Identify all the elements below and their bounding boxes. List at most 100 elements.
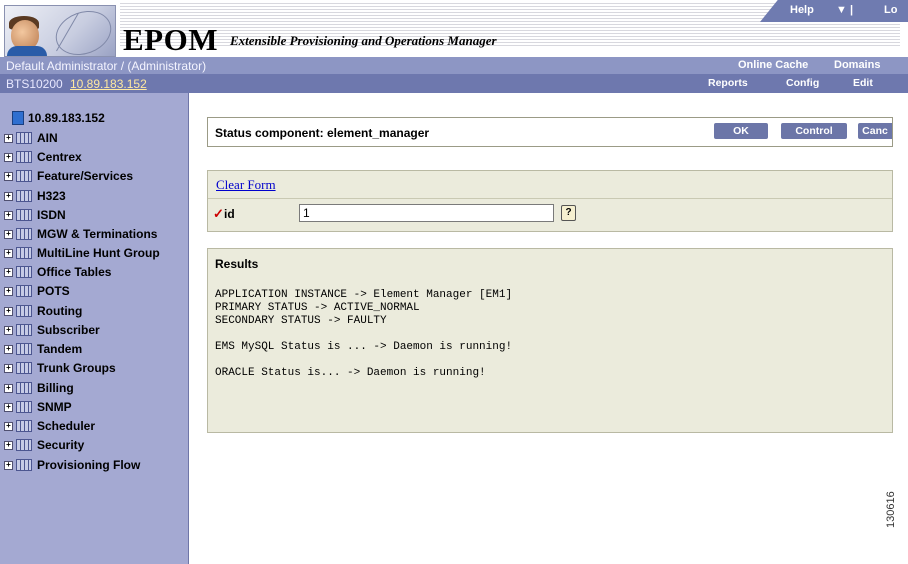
- expand-icon[interactable]: +: [4, 152, 13, 162]
- top-nav: Help ▼ | Lo: [760, 0, 908, 22]
- tree-item[interactable]: + Centrex: [4, 148, 82, 166]
- domains-link[interactable]: Domains: [834, 59, 880, 71]
- results-output: APPLICATION INSTANCE -> Element Manager …: [215, 289, 512, 380]
- table-folder-icon: [16, 132, 32, 144]
- tree-item[interactable]: + Trunk Groups: [4, 359, 116, 377]
- result-line: PRIMARY STATUS -> ACTIVE_NORMAL: [215, 302, 420, 314]
- id-label: id: [224, 207, 235, 221]
- control-button[interactable]: Control: [781, 123, 847, 139]
- logout-link[interactable]: Lo: [884, 4, 897, 16]
- ok-button[interactable]: OK: [714, 123, 768, 139]
- expand-icon[interactable]: +: [4, 210, 13, 220]
- table-folder-icon: [16, 247, 32, 259]
- tree-item[interactable]: + Provisioning Flow: [4, 456, 140, 474]
- tree-item[interactable]: + POTS: [4, 282, 70, 300]
- tree-item[interactable]: + MultiLine Hunt Group: [4, 244, 160, 262]
- reports-menu[interactable]: Reports: [708, 77, 748, 89]
- tree-item-label: H323: [37, 189, 66, 203]
- tree-item[interactable]: + Routing: [4, 302, 82, 320]
- system-ip-link[interactable]: 10.89.183.152: [70, 77, 147, 91]
- table-folder-icon: [16, 209, 32, 221]
- expand-icon[interactable]: +: [4, 440, 13, 450]
- expand-icon[interactable]: +: [4, 229, 13, 239]
- user-bar: Default Administrator / (Administrator) …: [0, 57, 908, 74]
- tree-item-label: Billing: [37, 381, 74, 395]
- tree-item[interactable]: + Billing: [4, 379, 74, 397]
- tree-item[interactable]: + Office Tables: [4, 263, 111, 281]
- table-folder-icon: [16, 305, 32, 317]
- expand-icon[interactable]: +: [4, 344, 13, 354]
- help-menu-arrow[interactable]: ▼ |: [836, 4, 853, 16]
- expand-icon[interactable]: +: [4, 306, 13, 316]
- tree-item-label: Centrex: [37, 150, 82, 164]
- tree-item[interactable]: + Feature/Services: [4, 167, 133, 185]
- expand-icon[interactable]: +: [4, 421, 13, 431]
- table-folder-icon: [16, 343, 32, 355]
- expand-icon[interactable]: +: [4, 286, 13, 296]
- expand-icon[interactable]: +: [4, 383, 13, 393]
- results-title: Results: [215, 257, 259, 271]
- tree-item[interactable]: + Scheduler: [4, 417, 95, 435]
- figure-number: 130616: [885, 491, 897, 528]
- cancel-button[interactable]: Canc: [858, 123, 892, 139]
- clear-form-link[interactable]: Clear Form: [216, 177, 276, 193]
- results-panel: Results APPLICATION INSTANCE -> Element …: [207, 248, 893, 433]
- expand-icon[interactable]: +: [4, 325, 13, 335]
- result-line: EMS MySQL Status is ... -> Daemon is run…: [215, 341, 513, 353]
- sidebar-tree: 10.89.183.152 + AIN + Centrex + Feature/Servi…: [0, 93, 189, 564]
- table-folder-icon: [16, 459, 32, 471]
- expand-icon[interactable]: +: [4, 363, 13, 373]
- tree-item-label: Office Tables: [37, 265, 112, 279]
- system-name: BTS10200: [6, 77, 63, 91]
- tree-item-label: SNMP: [37, 400, 72, 414]
- expand-icon[interactable]: +: [4, 133, 13, 143]
- config-menu[interactable]: Config: [786, 77, 819, 89]
- table-folder-icon: [16, 439, 32, 451]
- expand-icon[interactable]: +: [4, 267, 13, 277]
- result-line: SECONDARY STATUS -> FAULTY: [215, 315, 387, 327]
- brand-subtitle: Extensible Provisioning and Operations M…: [230, 33, 497, 48]
- tree-item-label: Feature/Services: [37, 169, 134, 183]
- online-cache-link[interactable]: Online Cache: [738, 59, 808, 71]
- tree-item-label: ISDN: [37, 208, 66, 222]
- result-line: [215, 328, 512, 341]
- expand-icon[interactable]: +: [4, 248, 13, 258]
- tree-item[interactable]: + SNMP: [4, 398, 72, 416]
- help-link[interactable]: Help: [790, 4, 814, 16]
- tree-item[interactable]: + ISDN: [4, 206, 66, 224]
- help-icon[interactable]: ?: [561, 205, 576, 221]
- tree-item[interactable]: + MGW & Terminations: [4, 225, 157, 243]
- expand-icon[interactable]: +: [4, 191, 13, 201]
- id-input[interactable]: [299, 204, 554, 222]
- tree-item[interactable]: + Security: [4, 436, 84, 454]
- tree-item[interactable]: + H323: [4, 187, 66, 205]
- table-folder-icon: [16, 190, 32, 202]
- server-icon: [12, 111, 24, 125]
- table-folder-icon: [16, 362, 32, 374]
- result-line: APPLICATION INSTANCE -> Element Manager …: [215, 289, 513, 301]
- expand-icon[interactable]: +: [4, 402, 13, 412]
- tree-item-label: MultiLine Hunt Group: [37, 246, 160, 260]
- tree-item[interactable]: + Subscriber: [4, 321, 100, 339]
- edit-menu[interactable]: Edit: [853, 77, 873, 89]
- tree-item[interactable]: + Tandem: [4, 340, 82, 358]
- expand-icon[interactable]: +: [4, 171, 13, 181]
- tree-item[interactable]: + AIN: [4, 129, 58, 147]
- tree-item-label: Security: [37, 438, 85, 452]
- tree-item-label: Trunk Groups: [37, 361, 116, 375]
- table-folder-icon: [16, 170, 32, 182]
- expand-icon[interactable]: +: [4, 460, 13, 470]
- form-divider: [208, 198, 892, 199]
- tree-item-label: POTS: [37, 284, 70, 298]
- brand-title: EPOM: [123, 22, 218, 57]
- table-folder-icon: [16, 151, 32, 163]
- tree-root-label: 10.89.183.152: [28, 111, 105, 125]
- status-title: Status component: element_manager: [215, 126, 430, 140]
- status-component-panel: Status component: element_manager OK Con…: [207, 117, 893, 147]
- tree-item-label: Provisioning Flow: [37, 458, 141, 472]
- tree-item-label: Subscriber: [37, 323, 100, 337]
- table-folder-icon: [16, 324, 32, 336]
- tree-root[interactable]: 10.89.183.152: [12, 111, 105, 125]
- table-folder-icon: [16, 266, 32, 278]
- result-line: ORACLE Status is... -> Daemon is running…: [215, 367, 486, 379]
